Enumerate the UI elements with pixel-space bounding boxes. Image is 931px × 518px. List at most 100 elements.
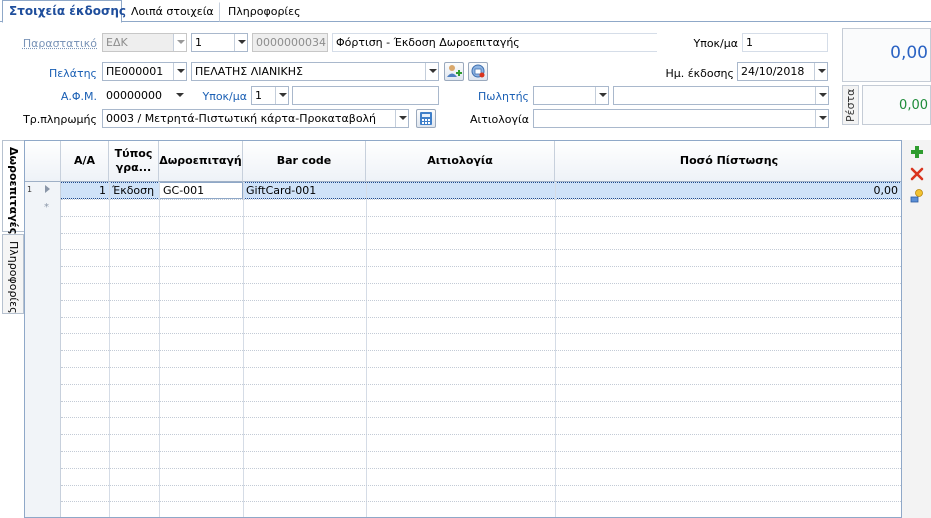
tab-other-details[interactable]: Λοιπά στοιχεία xyxy=(124,2,220,22)
customer-label: Πελάτης xyxy=(48,67,97,80)
grid-row-line xyxy=(61,266,901,267)
tax-id-value: 00000000 xyxy=(106,89,162,102)
add-row-button[interactable] xyxy=(909,144,925,160)
branch-top-label: Υποκ/μα xyxy=(693,37,738,50)
side-tab-info-label: Πληροφορίες xyxy=(7,241,20,314)
tax-id-select[interactable]: 00000000 xyxy=(102,86,187,105)
column-header-voucher[interactable]: Δωροεπιταγή xyxy=(159,141,243,182)
row-number: 1 xyxy=(27,185,33,194)
side-tab-vouchers-label: Δωροεπιταγές xyxy=(7,147,20,235)
change-value: 0,00 xyxy=(899,98,928,113)
cell-aa[interactable]: 1 xyxy=(61,183,109,198)
branch-name-field[interactable] xyxy=(292,86,439,105)
chevron-down-icon[interactable] xyxy=(173,34,186,51)
current-row-arrow-icon xyxy=(45,185,50,193)
issue-date-value: 24/10/2018 xyxy=(741,65,805,78)
delete-row-button[interactable] xyxy=(909,166,925,182)
document-type-value: ΕΔΚ xyxy=(106,36,128,49)
column-header-aa[interactable]: Α/Α xyxy=(61,141,109,182)
row-indicator-column xyxy=(25,182,61,517)
side-tab-info[interactable]: Πληροφορίες xyxy=(2,234,24,314)
customer-name-value: ΠΕΛΑΤΗΣ ΛΙΑΝΙΚΗΣ xyxy=(195,65,303,78)
grid-row-line xyxy=(61,367,901,368)
salesman-code-select[interactable] xyxy=(533,86,609,105)
vouchers-grid[interactable]: Α/Α Τύπος γρα... Δωροεπιταγή Bar code Αι… xyxy=(24,140,902,518)
payment-method-value: 0003 / Μετρητά-Πιστωτική κάρτα-Προκαταβο… xyxy=(106,112,377,125)
branch-value: 1 xyxy=(255,89,262,102)
series-value: 1 xyxy=(195,36,202,49)
edit-row-button[interactable] xyxy=(909,188,925,204)
cell-reason[interactable] xyxy=(366,183,555,198)
payment-label: Τρ.πληρωμής xyxy=(23,113,97,126)
grid-row-line xyxy=(61,485,901,486)
change-label-box: Ρέστα xyxy=(842,85,859,125)
grid-row-line xyxy=(61,300,901,301)
chevron-down-icon[interactable] xyxy=(234,34,247,51)
customer-code-select[interactable]: ΠΕ000001 xyxy=(102,62,187,81)
calculator-icon xyxy=(420,112,432,125)
cell-amount[interactable]: 0,00 xyxy=(555,183,901,198)
grid-row-line xyxy=(61,283,901,284)
column-header-barcode[interactable]: Bar code xyxy=(243,141,366,182)
issue-date-picker[interactable]: 24/10/2018 xyxy=(737,62,828,81)
customer-details-button[interactable] xyxy=(468,62,488,81)
chevron-down-icon[interactable] xyxy=(595,87,608,104)
reason-select[interactable] xyxy=(533,109,829,128)
branch-select[interactable]: 1 xyxy=(251,86,289,105)
grid-row-line xyxy=(61,401,901,402)
grid-row-line xyxy=(61,451,901,452)
tax-id-label: Α.Φ.Μ. xyxy=(60,90,97,103)
grid-row-line xyxy=(61,350,901,351)
reason-label: Αιτιολογία xyxy=(469,113,529,126)
document-number-field: 0000000034 xyxy=(252,33,328,52)
chevron-down-icon[interactable] xyxy=(173,87,186,104)
grid-row-line xyxy=(61,417,901,418)
change-label: Ρέστα xyxy=(844,88,857,122)
customer-name-select[interactable]: ΠΕΛΑΤΗΣ ΛΙΑΝΙΚΗΣ xyxy=(191,62,439,81)
tab-issue-details[interactable]: Στοιχεία έκδοσης xyxy=(2,0,126,23)
column-header-amount[interactable]: Ποσό Πίστωσης xyxy=(555,141,901,182)
chevron-down-icon[interactable] xyxy=(815,87,828,104)
side-tab-vouchers[interactable]: Δωροεπιταγές xyxy=(2,140,24,235)
branch-label: Υποκ/μα xyxy=(202,90,247,103)
document-description: Φόρτιση - Έκδοση Δωροεπιταγής xyxy=(332,33,657,52)
new-row-marker-icon: * xyxy=(44,202,49,213)
series-select[interactable]: 1 xyxy=(191,33,248,52)
branch-top-field[interactable]: 1 xyxy=(742,33,828,52)
add-icon xyxy=(911,146,923,158)
cell-barcode[interactable]: GiftCard-001 xyxy=(243,183,366,198)
chevron-down-icon[interactable] xyxy=(173,63,186,80)
grid-row-line xyxy=(61,233,901,234)
add-customer-button[interactable] xyxy=(444,62,464,81)
column-header-type[interactable]: Τύπος γρα... xyxy=(109,141,159,182)
customer-info-icon xyxy=(471,64,485,78)
grid-row-line xyxy=(61,434,901,435)
add-user-icon xyxy=(447,65,462,77)
salesman-name-select[interactable] xyxy=(613,86,829,105)
chevron-down-icon[interactable] xyxy=(395,110,408,127)
cell-voucher-editor[interactable]: GC-001 xyxy=(159,182,243,199)
cell-type[interactable]: Έκδοση xyxy=(109,183,159,198)
customer-code-value: ΠΕ000001 xyxy=(106,65,164,78)
chevron-down-icon[interactable] xyxy=(815,110,828,127)
payment-method-select[interactable]: 0003 / Μετρητά-Πιστωτική κάρτα-Προκαταβο… xyxy=(102,109,409,128)
total-value: 0,00 xyxy=(890,43,928,63)
calendar-dropdown-icon[interactable] xyxy=(814,63,827,80)
issue-date-label: Ημ. έκδοσης xyxy=(665,67,734,80)
payment-calculator-button[interactable] xyxy=(416,109,436,128)
grid-row-line xyxy=(61,333,901,334)
document-type-select[interactable]: ΕΔΚ xyxy=(102,33,187,52)
column-header-reason[interactable]: Αιτιολογία xyxy=(366,141,555,182)
grid-row-line xyxy=(61,249,901,250)
tab-information[interactable]: Πληροφορίες xyxy=(221,2,311,22)
change-display: 0,00 xyxy=(862,85,931,125)
grid-row-line xyxy=(61,199,901,200)
chevron-down-icon[interactable] xyxy=(275,87,288,104)
grid-row-line xyxy=(61,216,901,217)
header-corner xyxy=(25,141,61,182)
chevron-down-icon[interactable] xyxy=(425,63,438,80)
grid-row-line xyxy=(61,384,901,385)
document-label[interactable]: Παραστατικό xyxy=(20,37,97,50)
delete-icon xyxy=(910,167,924,181)
grid-row-line xyxy=(61,501,901,502)
